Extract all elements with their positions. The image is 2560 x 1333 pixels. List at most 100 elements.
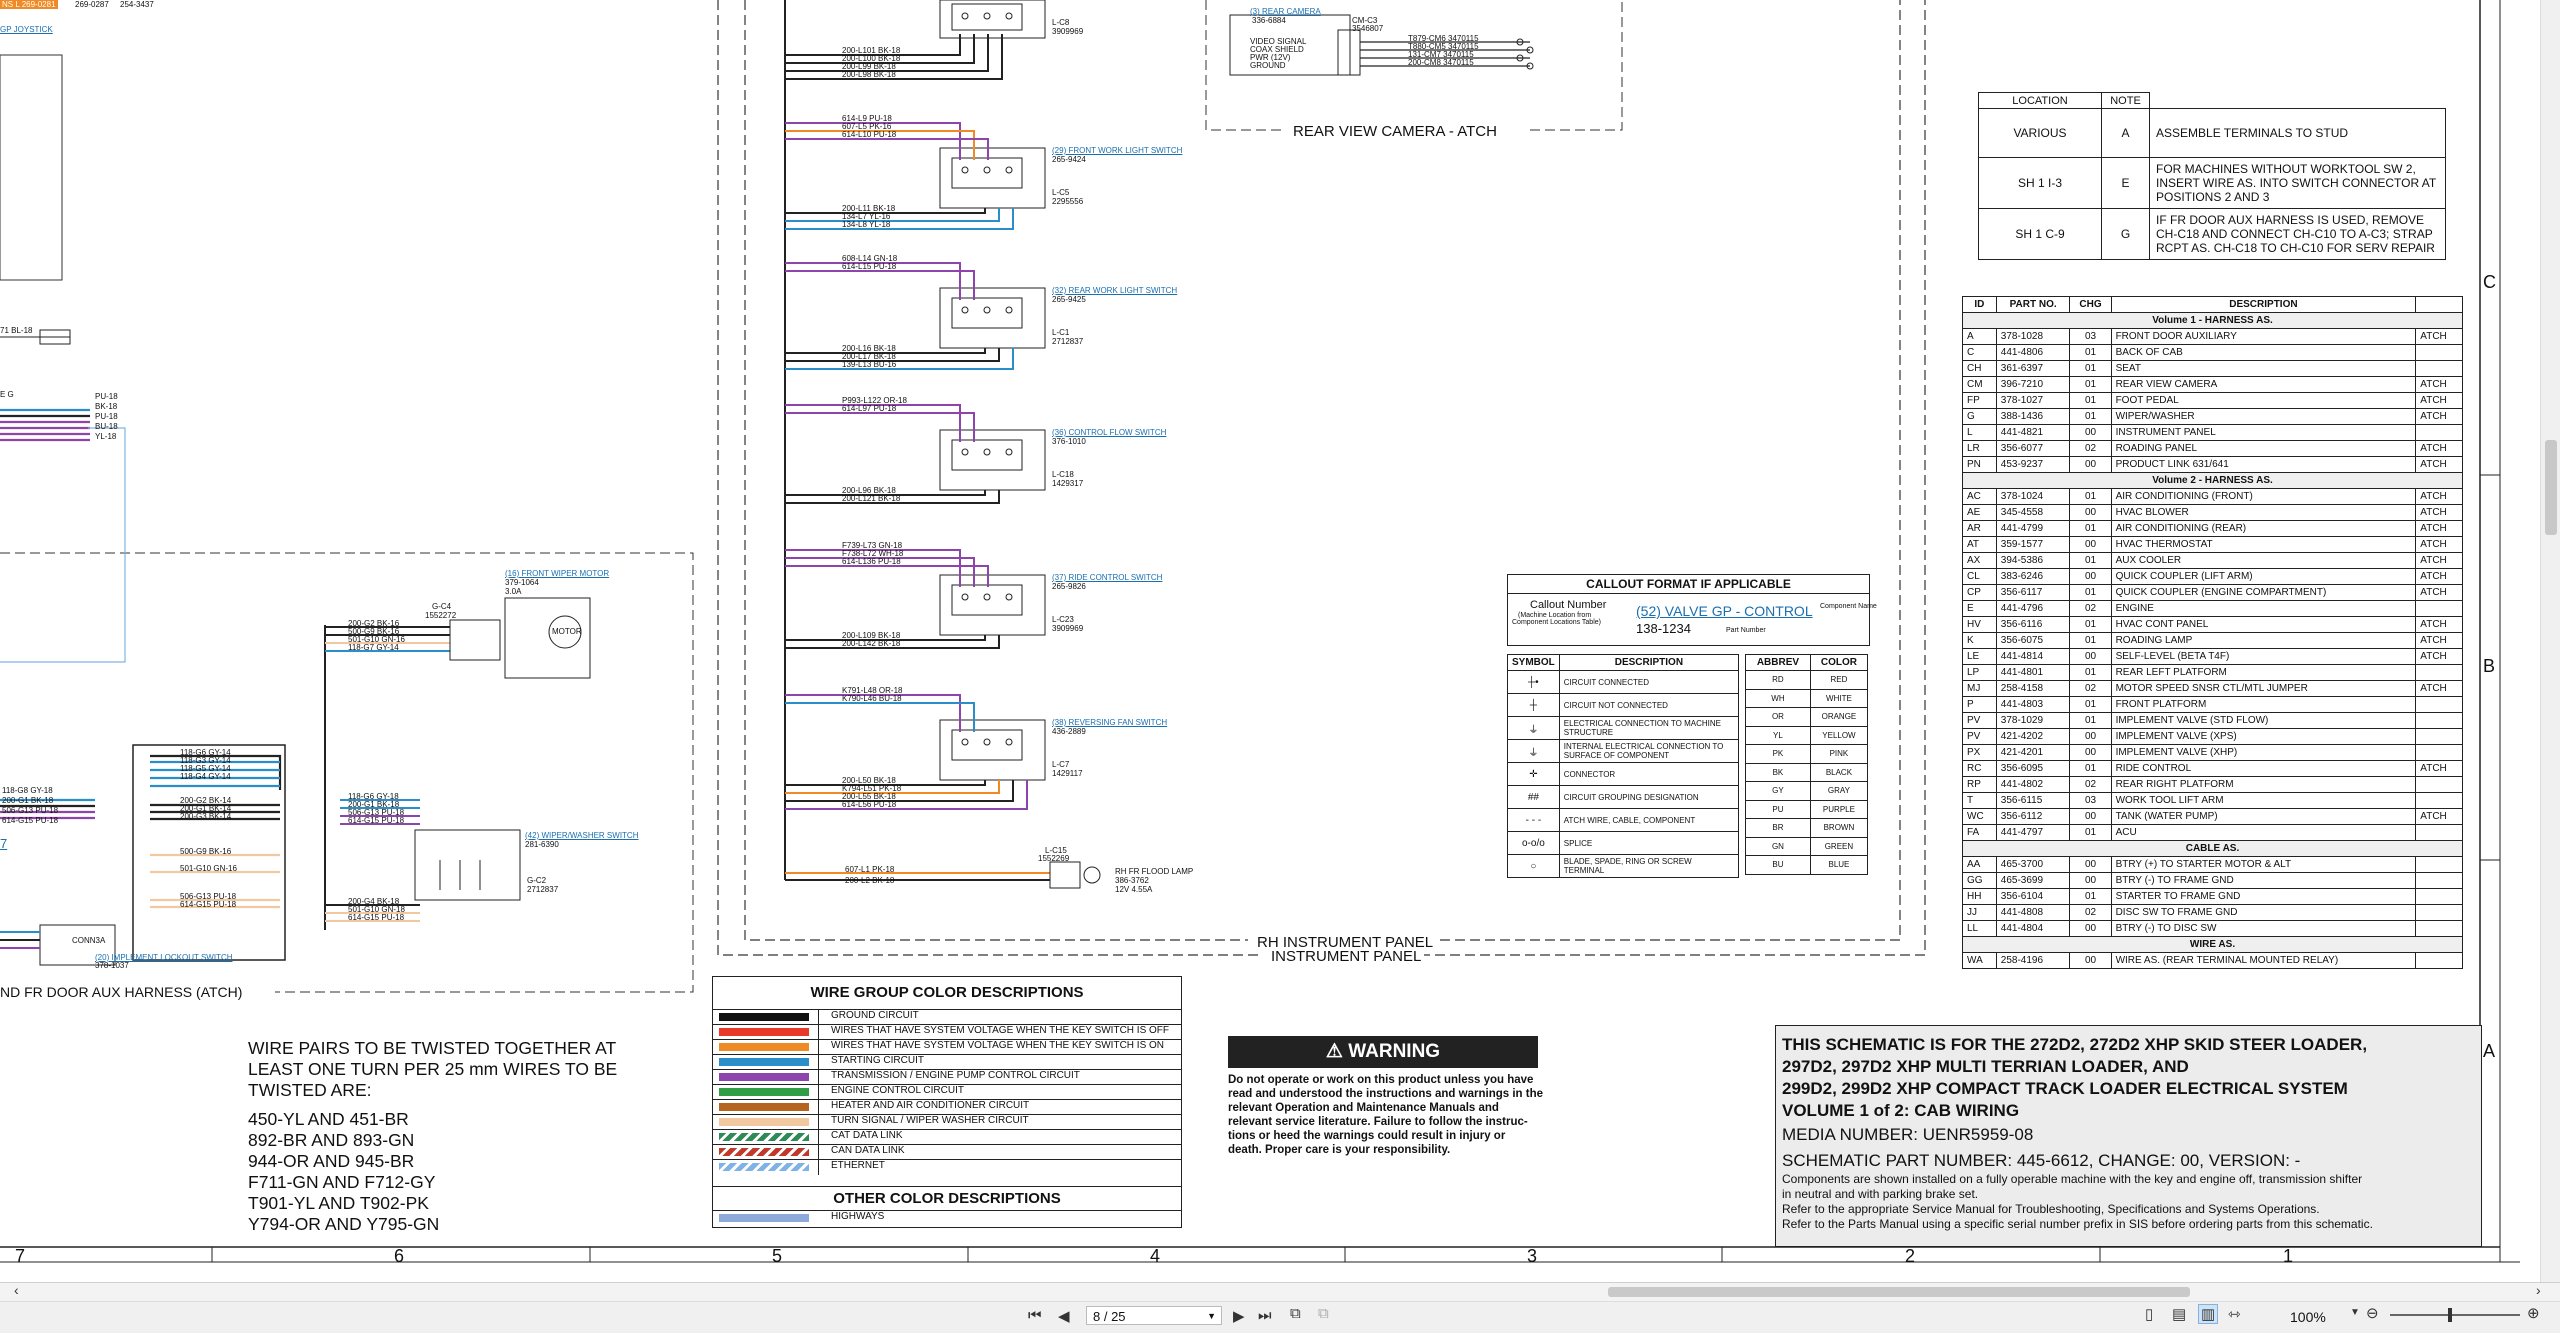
- continuous-view-icon[interactable]: ▤: [2172, 1305, 2186, 1323]
- switch-link[interactable]: (32) REAR WORK LIGHT SWITCH: [1052, 286, 1177, 295]
- part-description: FRONT DOOR AUXILIARY: [2110, 328, 2417, 345]
- parts-section-title: Volume 2 - HARNESS AS.: [1962, 472, 2463, 489]
- part-id: JJ: [1962, 904, 1997, 921]
- symbol-description: BLADE, SPADE, RING OR SCREW TERMINAL: [1558, 854, 1740, 878]
- part-chg: 01: [2069, 376, 2112, 393]
- part-atch: ATCH: [2415, 808, 2463, 825]
- part-id: AT: [1962, 536, 1997, 553]
- part-id: G: [1962, 408, 1997, 425]
- wire-color-swatch: [719, 1043, 809, 1051]
- title-line-0: THIS SCHEMATIC IS FOR THE 272D2, 272D2 X…: [1782, 1035, 2368, 1054]
- part-atch: [2415, 664, 2463, 681]
- left-e-label: E G: [0, 390, 14, 399]
- wire-group-row: ENGINE CONTROL CIRCUIT: [713, 1084, 1181, 1100]
- prev-page-icon[interactable]: ◀: [1058, 1307, 1070, 1325]
- switch-link[interactable]: (36) CONTROL FLOW SWITCH: [1052, 428, 1166, 437]
- parts-row: LE 441-4814 00 SELF-LEVEL (BETA T4F) ATCH: [1962, 648, 2463, 665]
- part-id: HV: [1962, 616, 1997, 633]
- parts-row: FA 441-4797 01 ACU: [1962, 824, 2463, 841]
- part-chg: 00: [2069, 744, 2112, 761]
- part-atch: [2415, 952, 2463, 969]
- joystick-link[interactable]: GP JOYSTICK: [0, 25, 53, 34]
- part-id: PX: [1962, 744, 1997, 761]
- fit-width-icon[interactable]: ⇿: [2228, 1305, 2241, 1323]
- camera-link[interactable]: (3) REAR CAMERA: [1250, 7, 1321, 16]
- part-id: AC: [1962, 488, 1997, 505]
- part-chg: 00: [2069, 504, 2112, 521]
- part-number: 441-4801: [1995, 664, 2071, 681]
- parts-row: GG 465-3699 00 BTRY (-) TO FRAME GND: [1962, 872, 2463, 889]
- part-id: CM: [1962, 376, 1997, 393]
- single-page-view-icon[interactable]: ▯: [2145, 1305, 2153, 1323]
- switch-link[interactable]: (37) RIDE CONTROL SWITCH: [1052, 573, 1162, 582]
- grid-row-b: B: [2483, 656, 2496, 676]
- part-number: 356-6075: [1995, 632, 2071, 649]
- flood-pn: 386-3762: [1115, 876, 1149, 885]
- part-description: IMPLEMENT VALVE (STD FLOW): [2110, 712, 2417, 729]
- part-description: REAR VIEW CAMERA: [2110, 376, 2417, 393]
- two-page-view-icon[interactable]: ▥: [2198, 1304, 2219, 1324]
- parts-row: P 441-4803 01 FRONT PLATFORM: [1962, 696, 2463, 713]
- vertical-scrollbar[interactable]: [2540, 0, 2560, 1282]
- symbol-row: ✛ CONNECTOR: [1507, 762, 1740, 786]
- scroll-left-icon[interactable]: ‹: [14, 1282, 19, 1298]
- part-id: WA: [1962, 952, 1997, 969]
- next-page-icon[interactable]: ▶: [1233, 1307, 1245, 1325]
- horizontal-scrollbar[interactable]: ‹ ›: [0, 1282, 2560, 1302]
- callout-example-link[interactable]: (52) VALVE GP - CONTROL: [1636, 603, 1813, 619]
- washer-d-1: 501-G10 GN-16: [180, 864, 237, 873]
- switch-link[interactable]: (29) FRONT WORK LIGHT SWITCH: [1052, 146, 1182, 155]
- part-chg: 01: [2069, 360, 2112, 377]
- last-page-icon[interactable]: ⏭: [1258, 1307, 1272, 1324]
- part-number: 361-6397: [1995, 360, 2071, 377]
- symbol-description: ELECTRICAL CONNECTION TO MACHINE STRUCTU…: [1558, 716, 1740, 740]
- zoom-value[interactable]: 100%: [2290, 1309, 2326, 1325]
- first-page-icon[interactable]: ⏮: [1028, 1307, 1042, 1324]
- note-code: E: [2101, 157, 2150, 209]
- switch-link[interactable]: (38) REVERSING FAN SWITCH: [1052, 718, 1167, 727]
- warning-title: WARNING: [1348, 1041, 1441, 1062]
- part-number: 441-4799: [1995, 520, 2071, 537]
- warning-banner: ⚠ WARNING: [1228, 1036, 1538, 1068]
- parts-section-header: Volume 1 - HARNESS AS.: [1962, 312, 2463, 329]
- left-num-link[interactable]: 7: [0, 836, 7, 851]
- grid-col-3: 3: [1527, 1246, 1538, 1266]
- wiper-motor-link[interactable]: (16) FRONT WIPER MOTOR: [505, 569, 609, 578]
- part-id: MJ: [1962, 680, 1997, 697]
- washer-switch-link[interactable]: (42) WIPER/WASHER SWITCH: [525, 831, 638, 840]
- zoom-out-icon[interactable]: ⊖: [2366, 1304, 2379, 1322]
- part-chg: 00: [2069, 872, 2112, 889]
- zoom-slider-handle[interactable]: [2448, 1308, 2452, 1322]
- part-id: LR: [1962, 440, 1997, 457]
- left-wire-a: 71 BL-18: [0, 326, 33, 335]
- part-id: HH: [1962, 888, 1997, 905]
- zoom-in-icon[interactable]: ⊕: [2527, 1304, 2540, 1322]
- switch-wire-label: 614-L97 PU-18: [842, 404, 897, 413]
- zoom-dropdown-icon[interactable]: ▼: [2350, 1307, 2360, 1318]
- symbol-glyph: ⏚: [1507, 716, 1560, 740]
- part-atch: ATCH: [2415, 536, 2463, 553]
- twisted-pair-1: 892-BR AND 893-GN: [248, 1130, 415, 1150]
- abbrev-color: YELLOW: [1809, 725, 1869, 745]
- part-chg: 01: [2069, 632, 2112, 649]
- part-description: IMPLEMENT VALVE (XHP): [2110, 744, 2417, 761]
- part-id: PV: [1962, 728, 1997, 745]
- abbrev-code: BR: [1745, 818, 1811, 838]
- parts-section-header: WIRE AS.: [1962, 936, 2463, 953]
- wire-group-row: CAN DATA LINK: [713, 1144, 1181, 1160]
- part-atch: ATCH: [2415, 376, 2463, 393]
- zoom-slider[interactable]: [2390, 1308, 2520, 1322]
- horizontal-scroll-thumb[interactable]: [1608, 1287, 2190, 1297]
- twisted-pair-0: 450-YL AND 451-BR: [248, 1109, 409, 1129]
- part-description: QUICK COUPLER (LIFT ARM): [2110, 568, 2417, 585]
- part-chg: 01: [2069, 520, 2112, 537]
- page-number-select[interactable]: 8 / 25 ▼: [1086, 1306, 1222, 1325]
- part-number: 378-1027: [1995, 392, 2071, 409]
- scroll-right-icon[interactable]: ›: [2536, 1282, 2541, 1298]
- vertical-scroll-thumb[interactable]: [2545, 440, 2557, 535]
- copy-icon[interactable]: ⧉: [1318, 1305, 1329, 1322]
- part-chg: 01: [2069, 552, 2112, 569]
- header-label-a: NS L 269-0281: [0, 0, 58, 9]
- rotate-icon[interactable]: ⧉: [1290, 1305, 1301, 1322]
- part-number: 378-1029: [1995, 712, 2071, 729]
